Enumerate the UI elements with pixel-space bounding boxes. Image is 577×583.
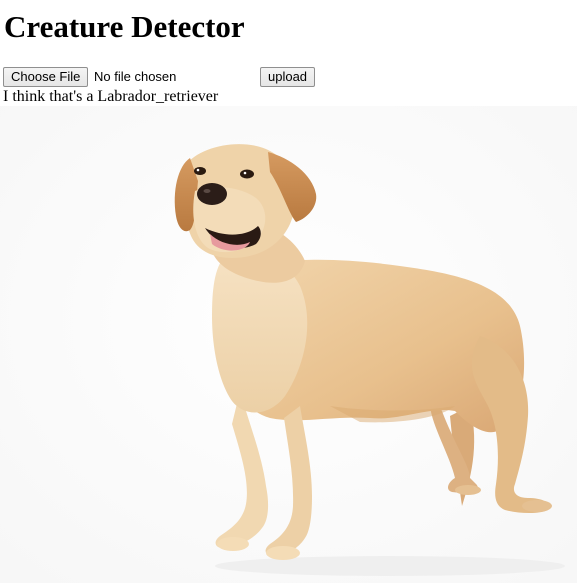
page-title: Creature Detector (4, 9, 245, 44)
upload-button[interactable]: upload (260, 67, 316, 87)
uploaded-dog-photo (0, 106, 577, 583)
upload-form: Choose File No file chosen upload (3, 67, 403, 89)
prediction-result: I think that's a Labrador_retriever (3, 88, 219, 105)
dog-illustration (0, 106, 577, 583)
file-status-text: No file chosen (94, 69, 177, 84)
choose-file-button[interactable]: Choose File (3, 67, 89, 87)
